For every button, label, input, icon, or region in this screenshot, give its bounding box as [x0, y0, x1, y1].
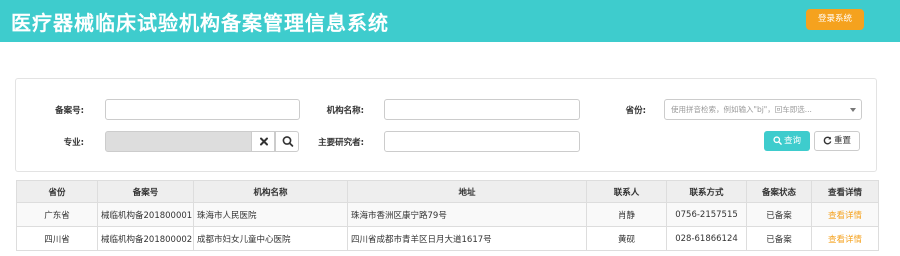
cell-status: 已备案	[746, 202, 812, 227]
province-select[interactable]: 使用拼音检索，例如输入"bj"，回车即选...	[664, 99, 862, 120]
query-button[interactable]: 查询	[764, 131, 810, 151]
cell-record-no: 械临机构备201800002	[97, 226, 194, 251]
view-details-link[interactable]: 查看详情	[828, 235, 862, 245]
cell-record-no: 械临机构备201800001	[97, 202, 194, 227]
site-title: 医疗器械临床试验机构备案管理信息系统	[11, 11, 389, 35]
cell-contact: 肖静	[586, 202, 667, 227]
cell-status: 已备案	[746, 226, 812, 251]
col-phone: 联系方式	[666, 180, 747, 203]
close-icon	[260, 137, 268, 146]
record-no-label: 备案号:	[55, 106, 84, 116]
cell-org-name: 珠海市人民医院	[193, 202, 348, 227]
cell-phone: 0756-2157515	[666, 202, 747, 227]
cell-province: 广东省	[16, 202, 98, 227]
col-details: 查看详情	[811, 180, 879, 203]
login-button[interactable]: 登录系统	[806, 9, 864, 30]
clear-button[interactable]	[251, 131, 275, 152]
specialty-field[interactable]	[105, 131, 252, 152]
col-org-name: 机构名称	[193, 180, 348, 203]
table-row: 四川省 械临机构备201800002 成都市妇女儿童中心医院 四川省成都市青羊区…	[16, 226, 879, 251]
col-record-no: 备案号	[97, 180, 194, 203]
table-row: 广东省 械临机构备201800001 珠海市人民医院 珠海市香洲区康宁路79号 …	[16, 202, 879, 227]
org-name-label: 机构名称:	[326, 106, 364, 116]
query-label: 查询	[783, 136, 801, 146]
reset-label: 重置	[833, 136, 851, 146]
search-icon	[282, 136, 294, 147]
province-placeholder: 使用拼音检索，例如输入"bj"，回车即选...	[671, 105, 812, 114]
province-label: 省份:	[625, 106, 646, 116]
cell-details: 查看详情	[811, 226, 879, 251]
researcher-input[interactable]	[384, 131, 580, 152]
top-header-bar: 医疗器械临床试验机构备案管理信息系统 登录系统	[0, 0, 900, 42]
cell-org-name: 成都市妇女儿童中心医院	[193, 226, 348, 251]
cell-province: 四川省	[16, 226, 98, 251]
cell-details: 查看详情	[811, 202, 879, 227]
refresh-icon	[823, 136, 832, 145]
chevron-down-icon	[850, 108, 856, 112]
org-name-input[interactable]	[384, 99, 580, 120]
col-contact: 联系人	[586, 180, 667, 203]
cell-phone: 028-61866124	[666, 226, 747, 251]
specialty-label: 专业:	[63, 138, 84, 148]
results-table: 省份 备案号 机构名称 地址 联系人 联系方式 备案状态 查看详情 广东省 械临…	[16, 180, 879, 251]
view-details-link[interactable]: 查看详情	[828, 211, 862, 221]
col-province: 省份	[16, 180, 98, 203]
col-status: 备案状态	[746, 180, 812, 203]
table-header-row: 省份 备案号 机构名称 地址 联系人 联系方式 备案状态 查看详情	[16, 180, 879, 203]
record-no-input[interactable]	[105, 99, 300, 120]
researcher-label: 主要研究者:	[318, 138, 364, 148]
col-address: 地址	[347, 180, 587, 203]
cell-address: 珠海市香洲区康宁路79号	[347, 202, 587, 227]
cell-address: 四川省成都市青羊区日月大道1617号	[347, 226, 587, 251]
specialty-search-button[interactable]	[275, 131, 299, 152]
specialty-picker	[105, 131, 300, 152]
reset-button[interactable]: 重置	[814, 131, 860, 151]
cell-contact: 黄砚	[586, 226, 667, 251]
search-panel: 备案号: 机构名称: 省份: 使用拼音检索，例如输入"bj"，回车即选... 专…	[15, 78, 877, 172]
search-icon	[773, 136, 782, 145]
